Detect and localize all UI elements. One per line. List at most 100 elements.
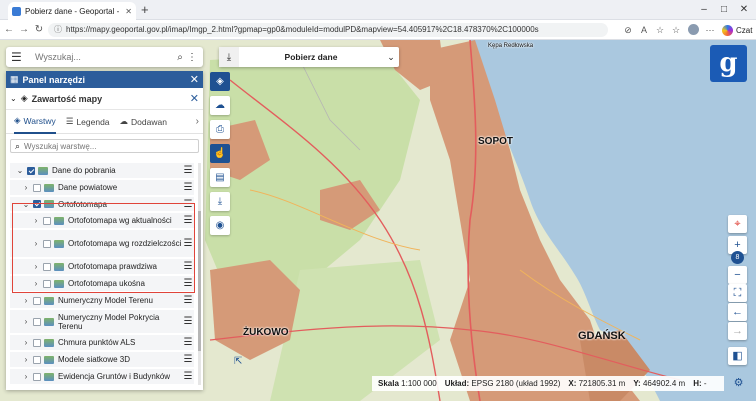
profile-avatar[interactable]	[688, 24, 699, 35]
url-field[interactable]: ⓘ https://mapy.geoportal.gov.pl/imap/Imgp…	[48, 23, 608, 37]
layer-menu-icon[interactable]: ☰	[182, 215, 194, 226]
layers-tool-button[interactable]: ◈	[210, 72, 230, 91]
chevron-right-icon[interactable]: ›	[32, 262, 40, 271]
layer-menu-icon[interactable]: ☰	[182, 199, 194, 210]
tracking-icon[interactable]: ⊘	[622, 24, 634, 36]
layer-checkbox[interactable]	[33, 200, 41, 208]
download-layer-selector[interactable]: ⤓ Pobierz dane ⌄	[219, 47, 399, 67]
layer-menu-icon[interactable]: ☰	[182, 261, 194, 272]
camera-tool-button[interactable]: ◉	[210, 216, 230, 235]
layer-row[interactable]: › Dane powiatowe ☰	[10, 180, 194, 196]
print-tool-button[interactable]: ⎙	[210, 120, 230, 139]
chevron-right-icon[interactable]: ›	[32, 216, 40, 225]
layer-menu-icon[interactable]: ☰	[182, 165, 194, 176]
back-button[interactable]: ←	[2, 23, 16, 37]
layer-checkbox[interactable]	[27, 166, 35, 175]
layer-checkbox[interactable]	[43, 239, 51, 248]
fullscreen-button[interactable]: ⛶	[728, 284, 747, 302]
layer-row[interactable]: › Ewidencja Gruntów i Budynków ☰	[10, 369, 194, 385]
layer-checkbox[interactable]	[43, 262, 51, 271]
reload-button[interactable]: ↻	[32, 23, 46, 37]
layer-menu-icon[interactable]: ☰	[182, 316, 194, 327]
layer-menu-icon[interactable]: ☰	[182, 238, 194, 249]
chevron-right-icon[interactable]: ›	[22, 338, 30, 347]
layer-checkbox[interactable]	[43, 279, 51, 288]
search-icon[interactable]: ⌕	[174, 52, 186, 63]
layer-checkbox[interactable]	[33, 183, 41, 192]
kebab-menu-icon[interactable]: ⋮	[186, 52, 198, 63]
chevron-right-icon[interactable]: ›	[32, 279, 40, 288]
tab-add[interactable]: ☁ Dodawan	[120, 110, 167, 134]
chevron-down-icon[interactable]: ⌄	[383, 52, 399, 63]
tabs-next-chevron-icon[interactable]: ›	[196, 116, 199, 127]
chevron-right-icon[interactable]: ›	[22, 183, 30, 192]
panel-close-icon[interactable]: ✕	[190, 73, 199, 86]
layer-row[interactable]: › Numeryczny Model Pokrycia Terenu ☰	[10, 310, 194, 334]
layer-row[interactable]: › Ortofotomapa wg aktualności ☰	[10, 213, 194, 229]
favorite-star-icon[interactable]: ☆	[654, 24, 666, 36]
download-tool-button[interactable]: ⤓	[210, 192, 230, 211]
layer-search-input[interactable]	[24, 141, 194, 151]
layer-menu-icon[interactable]: ☰	[182, 295, 194, 306]
location-off-button[interactable]: ⌖	[728, 215, 747, 233]
chevron-down-icon[interactable]: ⌄	[22, 200, 30, 209]
zoom-out-button[interactable]: −	[728, 266, 747, 284]
status-bar: Skala 1:100 000 Układ: EPSG 2180 (układ …	[372, 376, 724, 391]
browser-tab[interactable]: Pobierz dane - Geoportal - GUGiK ✕	[8, 2, 136, 20]
site-info-icon[interactable]: ⓘ	[54, 25, 62, 34]
tab-close-icon[interactable]: ✕	[125, 7, 132, 16]
chevron-right-icon[interactable]: ›	[22, 317, 30, 326]
forward-button[interactable]: →	[17, 23, 31, 37]
layer-row[interactable]: › Chmura punktów ALS ☰	[10, 335, 194, 351]
previous-view-button[interactable]: ←	[728, 303, 747, 321]
layer-menu-icon[interactable]: ☰	[182, 182, 194, 193]
layer-tree-scroll-thumb[interactable]	[198, 211, 201, 351]
next-view-button[interactable]: →	[728, 322, 747, 340]
collapse-chevron-icon[interactable]: ⌄	[10, 94, 17, 103]
layer-menu-icon[interactable]: ☰	[182, 371, 194, 382]
tab-legend[interactable]: ☰ Legenda	[66, 110, 110, 134]
layer-checkbox[interactable]	[33, 338, 41, 347]
layer-checkbox[interactable]	[33, 355, 41, 364]
layer-row[interactable]: › Ortofotomapa prawdziwa ☰	[10, 259, 194, 275]
layer-row[interactable]: › Numeryczny Model Terenu ☰	[10, 293, 194, 309]
chevron-down-icon[interactable]: ⌄	[16, 166, 24, 175]
layer-row[interactable]: ⌄ Ortofotomapa ☰	[10, 197, 194, 212]
new-tab-button[interactable]: +	[141, 2, 149, 17]
layer-menu-icon[interactable]: ☰	[182, 337, 194, 348]
tab-layers[interactable]: ◈ Warstwy	[14, 110, 56, 134]
layer-menu-icon[interactable]: ☰	[182, 278, 194, 289]
settings-gear-icon[interactable]: ⚙	[731, 376, 746, 391]
maximize-button[interactable]: □	[716, 3, 732, 17]
copilot-button[interactable]: Czat	[722, 24, 752, 36]
layer-checkbox[interactable]	[33, 296, 41, 305]
system-readout[interactable]: Układ: EPSG 2180 (układ 1992)	[445, 379, 561, 388]
read-aloud-icon[interactable]: A	[638, 24, 650, 36]
layer-menu-icon[interactable]: ☰	[182, 354, 194, 365]
clipboard-tool-button[interactable]: ▤	[210, 168, 230, 187]
layer-row[interactable]: › Modele siatkowe 3D ☰	[10, 352, 194, 368]
layer-checkbox[interactable]	[33, 372, 41, 381]
layer-row[interactable]: › Ortofotomapa ukośna ☰	[10, 276, 194, 292]
more-options-icon[interactable]: ⋯	[704, 24, 716, 36]
scale-readout[interactable]: Skala 1:100 000	[378, 379, 437, 388]
section-close-icon[interactable]: ✕	[190, 92, 199, 105]
chevron-right-icon[interactable]: ›	[22, 355, 30, 364]
chevron-right-icon[interactable]: ›	[22, 372, 30, 381]
minimize-button[interactable]: –	[696, 3, 712, 17]
layer-checkbox[interactable]	[43, 216, 51, 225]
layer-row[interactable]: ⌄ Dane do pobrania ☰	[10, 163, 194, 179]
chevron-right-icon[interactable]: ›	[22, 296, 30, 305]
layer-row[interactable]: › Ortofotomapa wg rozdzielczości ☰	[10, 230, 194, 258]
external-link-icon[interactable]: ⇱	[234, 356, 242, 367]
cloud-tool-button[interactable]: ☁	[210, 96, 230, 115]
chevron-right-icon[interactable]: ›	[32, 239, 40, 248]
basemap-button[interactable]: ◧	[728, 347, 747, 365]
layer-checkbox[interactable]	[33, 317, 41, 326]
favorites-icon[interactable]: ☆	[670, 24, 682, 36]
hamburger-menu-icon[interactable]: ☰	[11, 50, 25, 64]
search-input[interactable]	[35, 52, 174, 62]
close-window-button[interactable]: ✕	[736, 3, 752, 17]
pointer-tool-button[interactable]: ☝	[210, 144, 230, 163]
geoportal-logo[interactable]: g	[710, 45, 747, 82]
